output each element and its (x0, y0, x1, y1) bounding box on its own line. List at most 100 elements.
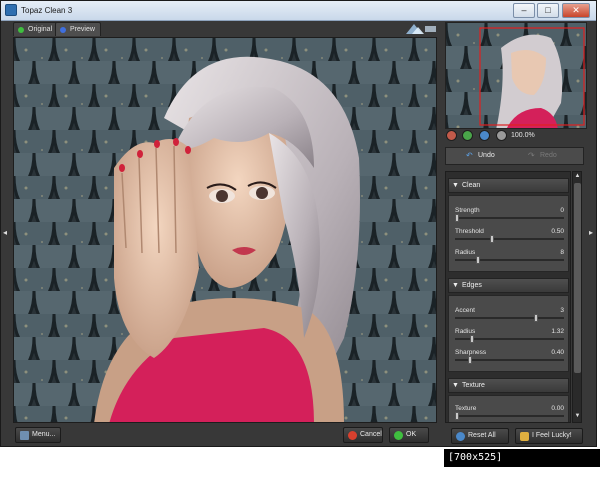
collapse-triangle-icon: ▼ (452, 382, 459, 389)
edge-radius-slider[interactable]: Radius 1.32 (449, 327, 570, 347)
cancel-button-label: Cancel (360, 431, 382, 438)
undo-icon: ↶ (466, 151, 473, 160)
slider-thumb[interactable] (469, 335, 474, 343)
slider-value: 0 (560, 207, 564, 214)
radius-slider[interactable]: Radius 8 (449, 248, 570, 268)
maximize-button[interactable]: □ (537, 3, 559, 18)
reset-all-label: Reset All (468, 432, 496, 439)
scrollbar-thumb[interactable] (574, 183, 581, 373)
view-tabs: Original Preview (13, 22, 443, 37)
section-title: Clean (462, 182, 481, 189)
dice-icon (520, 432, 529, 441)
actual-size-icon[interactable] (496, 130, 507, 141)
right-panel-toggle[interactable]: ▸ (589, 227, 595, 239)
slider-track[interactable] (455, 259, 564, 261)
slider-thumb[interactable] (467, 356, 472, 364)
tab-label: Original (28, 26, 53, 33)
wrench-icon (20, 431, 29, 440)
accent-slider[interactable]: Accent 3 (449, 306, 570, 326)
history-bar: ↶ Undo ↷ Redo (445, 147, 584, 165)
slider-label: Radius (455, 328, 476, 335)
image-watermark: [700x525] https://upic.me/ (444, 449, 600, 481)
slider-label: Texture (455, 405, 477, 412)
slider-thumb[interactable] (455, 214, 459, 222)
tab-label: Preview (70, 26, 95, 33)
slider-thumb[interactable] (455, 412, 459, 420)
section-body-texture: Texture 0.00 (448, 395, 570, 422)
reset-all-button[interactable]: Reset All (451, 428, 509, 444)
settings-panel: ▼ Clean Strength 0 Threshold 0.50 Radius… (445, 171, 571, 423)
settings-scrollbar[interactable]: ▲ ▼ (572, 171, 582, 423)
slider-track[interactable] (455, 217, 564, 219)
reset-icon (456, 432, 465, 441)
scroll-up-arrow-icon[interactable]: ▲ (574, 173, 581, 181)
app-icon (5, 4, 17, 16)
original-dot-icon (18, 27, 24, 33)
slider-label: Accent (455, 307, 475, 314)
bottom-bar: Menu... Cancel OK (13, 424, 437, 446)
section-header-texture[interactable]: ▼ Texture (448, 378, 569, 393)
menu-button[interactable]: Menu... (15, 427, 61, 443)
navigator-image (446, 23, 586, 128)
section-body-clean: Strength 0 Threshold 0.50 Radius 8 (448, 195, 569, 272)
slider-thumb[interactable] (533, 314, 538, 322)
minimize-button[interactable]: – (513, 3, 535, 18)
preview-dot-icon (60, 27, 66, 33)
feel-lucky-button[interactable]: I Feel Lucky! (515, 428, 583, 444)
tab-preview[interactable]: Preview (55, 22, 101, 36)
slider-thumb[interactable] (476, 256, 480, 264)
redo-button: ↷ Redo (528, 151, 557, 160)
slider-value: 8 (560, 249, 564, 256)
fit-to-window-icon[interactable] (479, 130, 490, 141)
undo-label: Undo (478, 152, 495, 159)
slider-label: Threshold (455, 228, 484, 235)
texture-slider[interactable]: Texture 0.00 (449, 404, 570, 422)
left-panel-toggle[interactable]: ◂ (3, 227, 9, 239)
sharpness-slider[interactable]: Sharpness 0.40 (449, 348, 570, 368)
feel-lucky-label: I Feel Lucky! (532, 432, 572, 439)
slider-label: Sharpness (455, 349, 487, 356)
checkmark-icon (394, 431, 403, 440)
close-button[interactable]: ✕ (562, 3, 590, 18)
slider-value: 0.50 (551, 228, 564, 235)
title-bar: Topaz Clean 3 – □ ✕ (1, 1, 596, 21)
tab-original[interactable]: Original (13, 22, 59, 36)
collapse-triangle-icon: ▼ (452, 282, 459, 289)
topaz-logo (404, 22, 437, 36)
cancel-icon (348, 431, 357, 440)
collapse-triangle-icon: ▼ (452, 182, 459, 189)
zoom-level: 100.0% (511, 132, 535, 139)
slider-value: 0.00 (551, 405, 564, 412)
threshold-slider[interactable]: Threshold 0.50 (449, 227, 570, 247)
window-title: Topaz Clean 3 (21, 6, 73, 15)
slider-value: 3 (560, 307, 564, 314)
section-body-edges: Accent 3 Radius 1.32 Sharpness 0.40 (448, 295, 569, 372)
slider-track[interactable] (455, 238, 564, 240)
ok-button-label: OK (406, 431, 417, 438)
scroll-down-arrow-icon[interactable]: ▼ (574, 413, 581, 421)
preview-image (14, 38, 436, 422)
redo-label: Redo (540, 152, 557, 159)
zoom-controls: 100.0% (445, 129, 587, 143)
slider-value: 1.32 (551, 328, 564, 335)
undo-button[interactable]: ↶ Undo (466, 151, 495, 160)
navigator-thumbnail[interactable] (445, 22, 587, 129)
ok-button[interactable]: OK (389, 427, 429, 443)
slider-track[interactable] (455, 317, 564, 319)
cancel-button[interactable]: Cancel (343, 427, 383, 443)
menu-button-label: Menu... (32, 431, 56, 438)
section-header-edges[interactable]: ▼ Edges (448, 278, 569, 293)
slider-track[interactable] (455, 415, 564, 417)
section-header-clean[interactable]: ▼ Clean (448, 178, 569, 193)
section-title: Edges (462, 282, 482, 289)
preview-canvas[interactable] (13, 37, 437, 423)
slider-label: Radius (455, 249, 476, 256)
section-title: Texture (462, 382, 485, 389)
app-window: Topaz Clean 3 – □ ✕ Original Preview ◂ ▸ (0, 0, 597, 447)
strength-slider[interactable]: Strength 0 (449, 206, 570, 226)
slider-label: Strength (455, 207, 480, 214)
zoom-in-icon[interactable] (462, 130, 473, 141)
slider-value: 0.40 (551, 349, 564, 356)
zoom-out-icon[interactable] (446, 130, 457, 141)
slider-thumb[interactable] (489, 235, 494, 243)
